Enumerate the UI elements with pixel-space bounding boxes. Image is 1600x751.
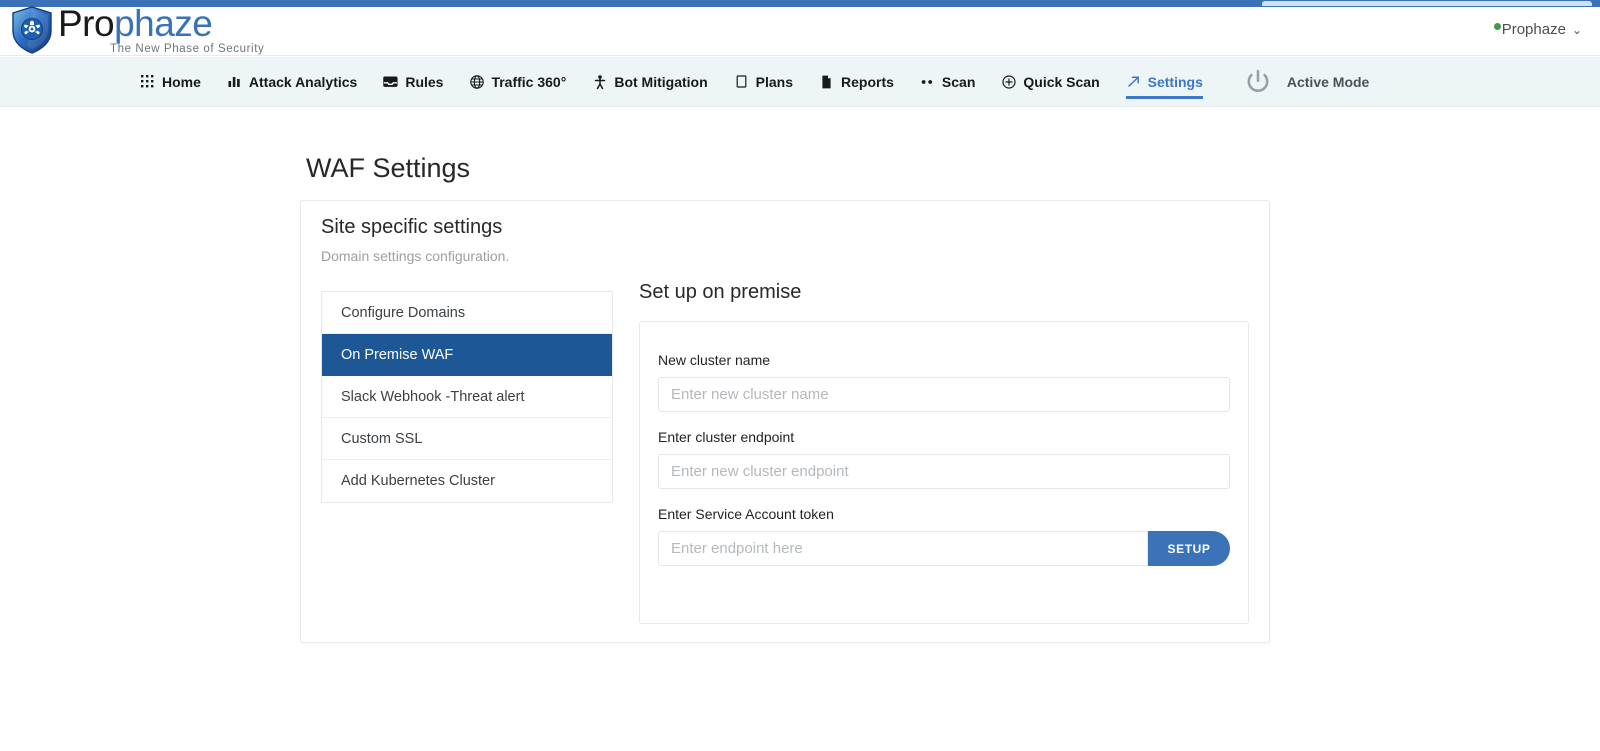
browser-tab-highlight [1262, 1, 1592, 6]
nav-label: Quick Scan [1023, 74, 1099, 90]
nav-label: Attack Analytics [249, 74, 357, 90]
brand-word-second: phaze [114, 3, 212, 44]
nav-item-bot-mitigation[interactable]: Bot Mitigation [592, 57, 707, 106]
nav-item-rules[interactable]: Rules [383, 57, 443, 106]
user-menu[interactable]: Prophaze ⌄ [1494, 21, 1582, 38]
nav-label: Rules [405, 74, 443, 90]
service-account-token-label: Enter Service Account token [658, 506, 1230, 522]
globe-icon [469, 74, 484, 89]
nav-item-quick-scan[interactable]: Quick Scan [1001, 57, 1099, 106]
field-group-cluster-endpoint: Enter cluster endpoint [658, 429, 1230, 489]
settings-list-item-add-kubernetes-cluster[interactable]: Add Kubernetes Cluster [322, 460, 612, 502]
active-mode-toggle[interactable]: Active Mode [1243, 57, 1369, 106]
plus-circle-icon [1001, 74, 1016, 89]
online-status-dot [1494, 23, 1501, 30]
brand-wordmark: Prophaze [58, 5, 264, 42]
nav-label: Settings [1148, 74, 1203, 90]
document-icon [819, 74, 834, 89]
nav-label: Reports [841, 74, 894, 90]
pane-title: Set up on premise [639, 281, 1249, 304]
nav-label: Scan [942, 74, 975, 90]
two-dots-icon [920, 74, 935, 89]
bar-chart-icon [227, 74, 242, 89]
list-item-label: Slack Webhook -Threat alert [341, 389, 524, 405]
cluster-endpoint-label: Enter cluster endpoint [658, 429, 1230, 445]
cluster-name-input[interactable] [658, 377, 1230, 412]
brand-tagline: The New Phase of Security [110, 44, 264, 56]
settings-list-item-configure-domains[interactable]: Configure Domains [322, 292, 612, 334]
cluster-endpoint-input[interactable] [658, 454, 1230, 489]
token-input-row: SETUP [658, 531, 1230, 566]
square-icon [734, 74, 749, 89]
user-name: Prophaze [1502, 21, 1566, 38]
service-account-token-input[interactable] [658, 531, 1148, 566]
list-item-label: Configure Domains [341, 305, 465, 321]
power-icon[interactable] [1243, 67, 1273, 97]
arrow-up-right-icon [1126, 74, 1141, 89]
list-item-label: Add Kubernetes Cluster [341, 473, 495, 489]
grid-icon [140, 74, 155, 89]
nav-label: Home [162, 74, 201, 90]
app-header: Prophaze The New Phase of Security Proph… [0, 7, 1600, 56]
settings-list-item-custom-ssl[interactable]: Custom SSL [322, 418, 612, 460]
person-icon [592, 74, 607, 89]
shield-kubernetes-icon [8, 3, 56, 57]
main-navigation: Home Attack Analytics Rules [0, 57, 1600, 107]
nav-item-reports[interactable]: Reports [819, 57, 894, 106]
nav-item-scan[interactable]: Scan [920, 57, 975, 106]
settings-list-item-slack-webhook[interactable]: Slack Webhook -Threat alert [322, 376, 612, 418]
nav-label: Bot Mitigation [614, 74, 707, 90]
field-group-service-account-token: Enter Service Account token SETUP [658, 506, 1230, 566]
brand-word-first: Pro [58, 3, 114, 44]
on-premise-setup-pane: Set up on premise New cluster name Enter… [639, 281, 1249, 624]
nav-item-home[interactable]: Home [140, 57, 201, 106]
nav-label: Traffic 360° [491, 74, 566, 90]
brand-logo[interactable]: Prophaze The New Phase of Security [8, 3, 264, 57]
site-settings-card: Site specific settings Domain settings c… [300, 200, 1270, 643]
list-item-label: On Premise WAF [341, 347, 453, 363]
settings-list: Configure Domains On Premise WAF Slack W… [321, 291, 613, 503]
chevron-down-icon: ⌄ [1572, 23, 1582, 37]
inbox-icon [383, 74, 398, 89]
on-premise-form: New cluster name Enter cluster endpoint … [639, 321, 1249, 624]
nav-label: Plans [756, 74, 793, 90]
list-item-label: Custom SSL [341, 431, 422, 447]
page-content: WAF Settings Site specific settings Doma… [0, 108, 1600, 751]
nav-item-traffic-360[interactable]: Traffic 360° [469, 57, 566, 106]
nav-item-attack-analytics[interactable]: Attack Analytics [227, 57, 357, 106]
card-subtitle: Domain settings configuration. [321, 248, 509, 264]
cluster-name-label: New cluster name [658, 352, 1230, 368]
nav-item-settings[interactable]: Settings [1126, 57, 1203, 106]
page-title: WAF Settings [306, 153, 470, 184]
nav-item-plans[interactable]: Plans [734, 57, 793, 106]
active-mode-label: Active Mode [1287, 74, 1369, 90]
field-group-cluster-name: New cluster name [658, 352, 1230, 412]
settings-list-item-on-premise-waf[interactable]: On Premise WAF [322, 334, 612, 376]
setup-button[interactable]: SETUP [1148, 531, 1230, 566]
card-title: Site specific settings [321, 216, 502, 239]
